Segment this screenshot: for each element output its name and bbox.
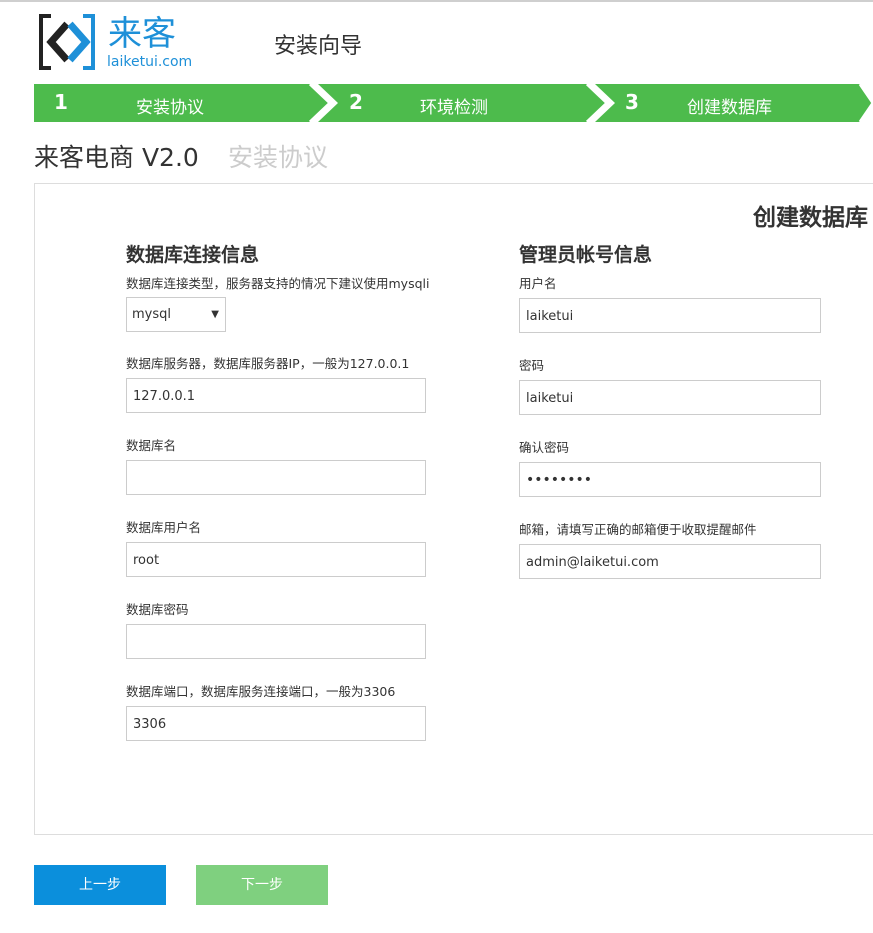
db-user-input[interactable]: root: [126, 542, 426, 577]
db-section-title: 数据库连接信息: [126, 244, 260, 266]
step-1-number: 1: [54, 90, 68, 114]
step-3-label: 创建数据库: [687, 98, 772, 118]
db-type-select[interactable]: mysql ▼: [126, 297, 226, 332]
logo-text: 来客: [108, 14, 176, 54]
admin-confirm-label: 确认密码: [519, 440, 570, 455]
panel-heading: 创建数据库: [753, 205, 868, 231]
db-name-label: 数据库名: [126, 438, 177, 453]
step-1-label: 安装协议: [136, 98, 204, 118]
admin-email-label: 邮箱，请填写正确的邮箱便于收取提醒邮件: [519, 522, 757, 537]
install-form-panel: 创建数据库 数据库连接信息 数据库连接类型，服务器支持的情况下建议使用mysql…: [34, 183, 873, 835]
db-password-label: 数据库密码: [126, 602, 189, 617]
db-type-label: 数据库连接类型，服务器支持的情况下建议使用mysqli: [126, 276, 430, 291]
chevron-down-icon: ▼: [211, 309, 219, 320]
db-type-value: mysql: [132, 307, 171, 322]
prev-button[interactable]: 上一步: [34, 865, 166, 905]
admin-password-label: 密码: [519, 358, 545, 373]
db-server-label: 数据库服务器，数据库服务器IP，一般为127.0.0.1: [126, 356, 410, 371]
logo-domain: laiketui.com: [107, 54, 193, 70]
db-port-label: 数据库端口，数据库服务连接端口，一般为3306: [126, 684, 396, 699]
step-2-label: 环境检测: [420, 98, 488, 118]
step-3-number: 3: [625, 90, 639, 114]
db-server-input[interactable]: 127.0.0.1: [126, 378, 426, 413]
page-subtitle: 安装协议: [228, 143, 329, 172]
wizard-title: 安装向导: [274, 34, 363, 59]
admin-username-input[interactable]: laiketui: [519, 298, 821, 333]
top-border: [0, 0, 873, 2]
logo: 来客 laiketui.com: [37, 12, 207, 72]
page-title: 来客电商 V2.0: [34, 143, 199, 172]
logo-mark-icon: [39, 14, 95, 70]
db-name-input[interactable]: [126, 460, 426, 495]
admin-section-title: 管理员帐号信息: [519, 244, 653, 266]
step-2-number: 2: [349, 90, 363, 114]
steps-bar: 1 安装协议 2 环境检测 3 创建数据库: [34, 84, 873, 122]
db-password-input[interactable]: [126, 624, 426, 659]
next-button[interactable]: 下一步: [196, 865, 328, 905]
admin-email-input[interactable]: admin@laiketui.com: [519, 544, 821, 579]
db-port-input[interactable]: 3306: [126, 706, 426, 741]
db-user-label: 数据库用户名: [126, 520, 202, 535]
admin-confirm-input[interactable]: ••••••••: [519, 462, 821, 497]
admin-password-input[interactable]: laiketui: [519, 380, 821, 415]
admin-username-label: 用户名: [519, 276, 557, 291]
